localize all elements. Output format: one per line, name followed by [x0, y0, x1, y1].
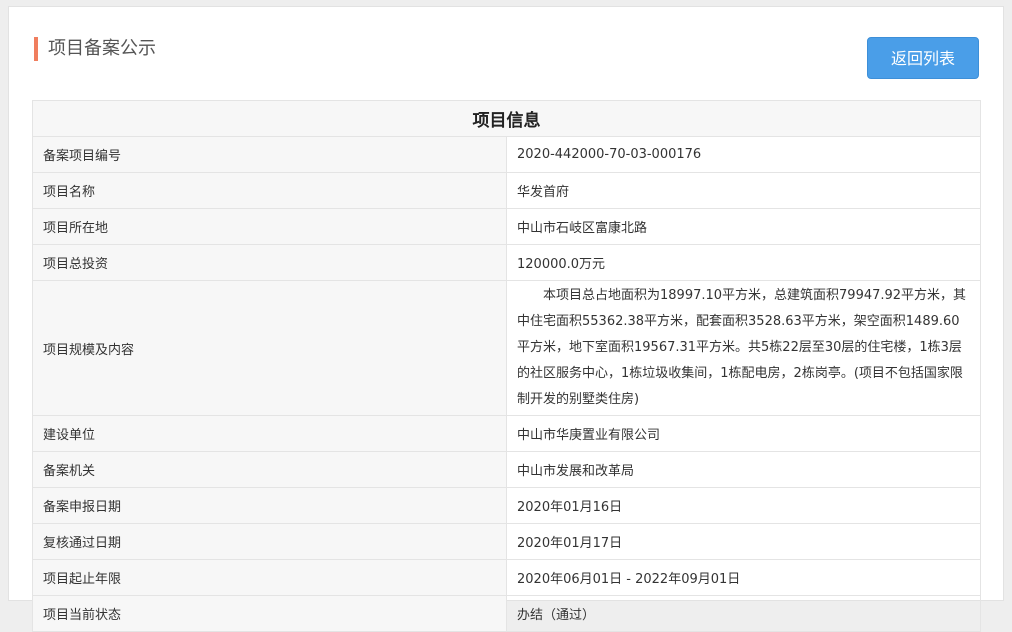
row-label: 项目当前状态	[32, 595, 507, 632]
back-to-list-button[interactable]: 返回列表	[867, 37, 979, 79]
table-row-filing-date: 备案申报日期 2020年01月16日	[32, 487, 981, 524]
project-filing-panel: 项目备案公示 返回列表 项目信息 备案项目编号 2020-442000-70-0…	[8, 6, 1004, 632]
table-row-location: 项目所在地 中山市石岐区富康北路	[32, 208, 981, 245]
project-info-table: 项目信息 备案项目编号 2020-442000-70-03-000176 项目名…	[32, 100, 981, 632]
table-row-scale-content: 项目规模及内容 本项目总占地面积为18997.10平方米，总建筑面积79947.…	[32, 280, 981, 416]
row-label: 建设单位	[32, 415, 507, 452]
title-accent-bar	[34, 37, 38, 61]
row-value: 2020年01月17日	[506, 523, 981, 560]
table-row-current-status: 项目当前状态 办结（通过）	[32, 595, 981, 632]
row-label: 项目规模及内容	[32, 280, 507, 416]
row-value: 本项目总占地面积为18997.10平方米，总建筑面积79947.92平方米，其中…	[506, 280, 981, 416]
row-value: 中山市发展和改革局	[506, 451, 981, 488]
page-title: 项目备案公示	[48, 38, 156, 59]
row-value: 中山市华庚置业有限公司	[506, 415, 981, 452]
table-row-filing-number: 备案项目编号 2020-442000-70-03-000176	[32, 136, 981, 173]
row-value: 办结（通过）	[506, 595, 981, 632]
row-label: 项目总投资	[32, 244, 507, 281]
table-row-filing-authority: 备案机关 中山市发展和改革局	[32, 451, 981, 488]
table-row-project-period: 项目起止年限 2020年06月01日 - 2022年09月01日	[32, 559, 981, 596]
row-label: 项目所在地	[32, 208, 507, 245]
table-title-row: 项目信息	[32, 100, 981, 137]
row-value: 华发首府	[506, 172, 981, 209]
row-label: 备案机关	[32, 451, 507, 488]
row-label: 备案申报日期	[32, 487, 507, 524]
row-label: 项目起止年限	[32, 559, 507, 596]
table-title: 项目信息	[32, 100, 981, 137]
row-label: 复核通过日期	[32, 523, 507, 560]
page-header: 项目备案公示 返回列表	[9, 7, 1003, 103]
row-label: 项目名称	[32, 172, 507, 209]
row-value: 2020-442000-70-03-000176	[506, 136, 981, 173]
table-row-total-investment: 项目总投资 120000.0万元	[32, 244, 981, 281]
row-label: 备案项目编号	[32, 136, 507, 173]
row-value: 2020年01月16日	[506, 487, 981, 524]
row-value: 中山市石岐区富康北路	[506, 208, 981, 245]
table-row-construction-unit: 建设单位 中山市华庚置业有限公司	[32, 415, 981, 452]
table-row-review-date: 复核通过日期 2020年01月17日	[32, 523, 981, 560]
row-value: 120000.0万元	[506, 244, 981, 281]
table-row-project-name: 项目名称 华发首府	[32, 172, 981, 209]
row-value: 2020年06月01日 - 2022年09月01日	[506, 559, 981, 596]
